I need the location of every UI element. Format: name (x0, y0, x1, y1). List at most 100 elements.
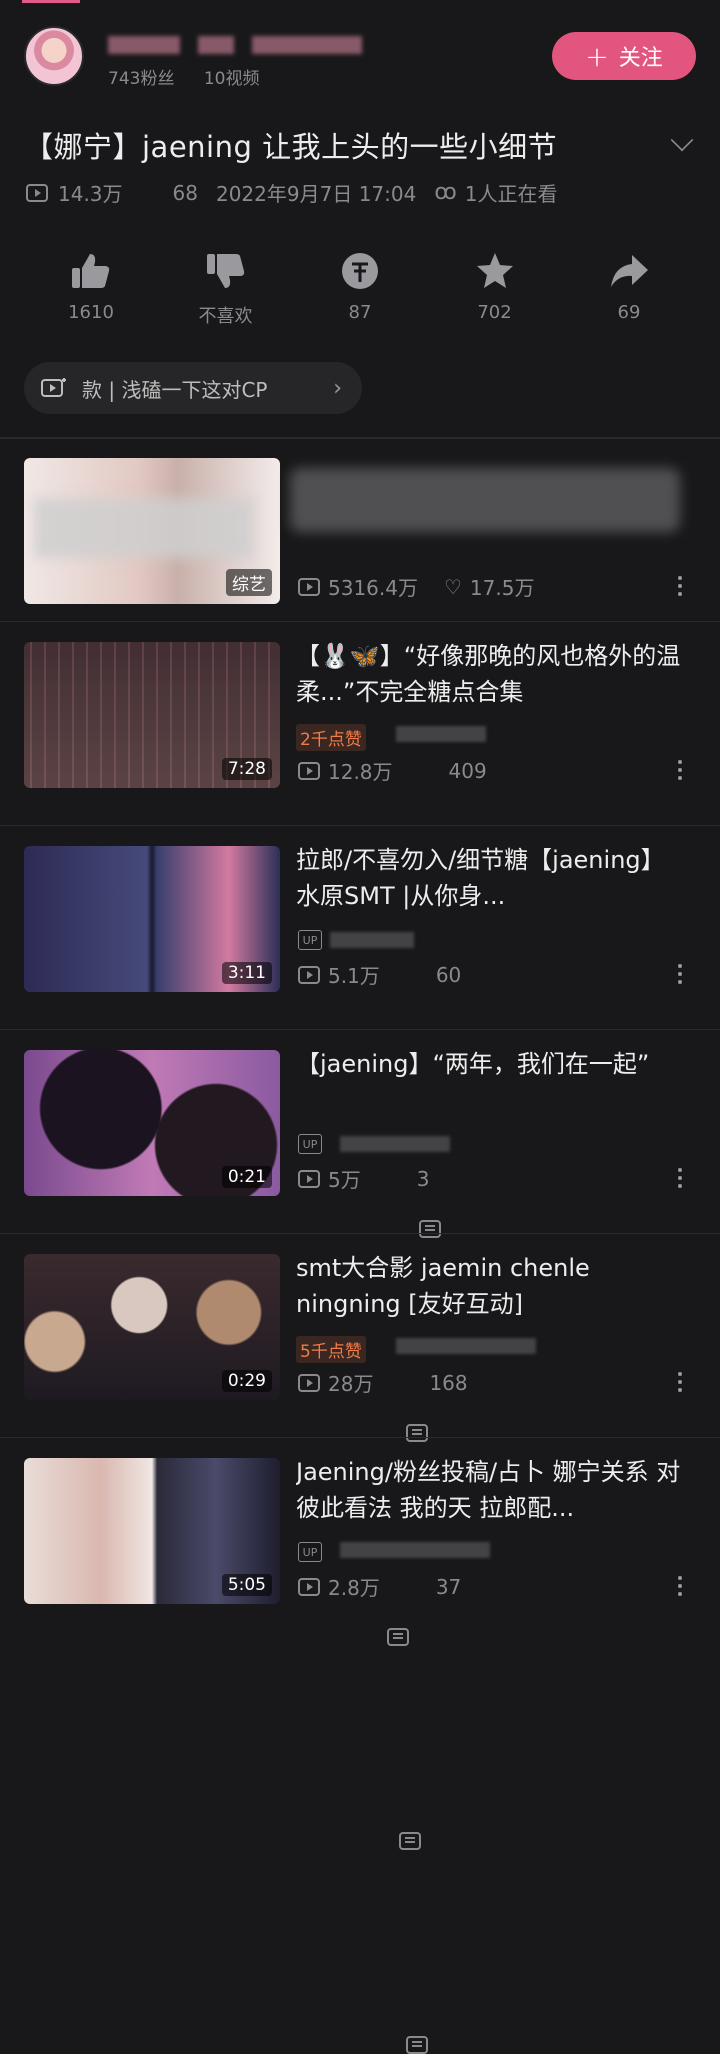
uploader-blurred (340, 1542, 490, 1558)
follower-count: 743粉丝 (108, 69, 175, 89)
action-bar: 1610 不喜欢 87 702 69 (24, 250, 696, 328)
list-item[interactable]: 0:21 【jaening】“两年，我们在一起” UP 5万 3 (0, 1050, 720, 1646)
video-thumbnail[interactable]: 3:11 (24, 846, 280, 992)
watching-count: 1人正在看 (464, 182, 558, 206)
favorite-count: 702 (477, 302, 512, 323)
uploader-stats: 743粉丝 10视频 (108, 64, 284, 89)
related-video-list: 综艺 5316.4万 ♡ 17.5万 7:28 【🐰🦋】“好像那晚的风也格外的温… (0, 458, 720, 2054)
more-options-icon[interactable] (678, 1576, 682, 1600)
up-badge: UP (298, 930, 322, 950)
danmaku-count: 409 (448, 758, 487, 783)
more-options-icon[interactable] (678, 576, 682, 600)
duration: 0:29 (221, 1370, 272, 1392)
thumbnail-label: 综艺 (226, 569, 272, 596)
more-options-icon[interactable] (678, 1168, 682, 1192)
collection-pill[interactable]: 款 | 浅磕一下这对CP › (24, 362, 362, 414)
duration: 3:11 (221, 962, 272, 984)
uploader-blurred (396, 1338, 536, 1354)
likes-badge: 5千点赞 (296, 1336, 366, 1363)
play-count-icon (298, 965, 320, 984)
play-count-icon (298, 577, 320, 596)
video-thumbnail[interactable]: 5:05 (24, 1458, 280, 1604)
duration: 7:28 (221, 758, 272, 780)
uploader-blurred (330, 932, 414, 948)
follow-button[interactable]: + 关注 (552, 32, 696, 80)
play-count: 28万 (328, 1372, 374, 1396)
uploader-blurred (340, 1136, 450, 1152)
list-item[interactable]: 综艺 5316.4万 ♡ 17.5万 (0, 458, 720, 622)
video-stats: 5316.4万 ♡ 17.5万 (298, 572, 560, 601)
video-title: 【🐰🦋】“好像那晚的风也格外的温柔...”不完全糖点合集 (296, 642, 681, 706)
view-count: 14.3万 (58, 182, 123, 206)
list-item[interactable]: 0:29 smt大合影 jaemin chenle ningning [友好互动… (0, 1254, 720, 1850)
comment-count: 68 (172, 180, 198, 205)
video-thumbnail[interactable]: 0:29 (24, 1254, 280, 1400)
like-button[interactable]: 1610 (24, 250, 158, 328)
favorite-button[interactable]: 702 (428, 250, 562, 328)
thumbnail-blur (34, 498, 254, 558)
share-count: 69 (617, 302, 641, 323)
coin-button[interactable]: 87 (293, 250, 427, 328)
up-badge: UP (298, 1542, 322, 1562)
title-blurred (290, 468, 680, 532)
up-badge: UP (298, 1134, 322, 1154)
play-count: 5.1万 (328, 964, 380, 988)
more-options-icon[interactable] (678, 1372, 682, 1396)
video-title: Jaening/粉丝投稿/占卜 娜宁关系 对彼此看法 我的天 拉郎配... (296, 1458, 681, 1522)
video-thumbnail[interactable]: 综艺 (24, 458, 280, 604)
heart-icon: ♡ (443, 574, 462, 599)
video-meta: 14.3万 68 2022年9月7日 17:04 ꝏ 1人正在看 (26, 178, 575, 660)
people-icon: ꝏ (434, 180, 457, 205)
likes-badge: 2千点赞 (296, 724, 366, 751)
play-count-icon (298, 1577, 320, 1596)
video-stats: 12.8万 409 (298, 756, 513, 1238)
dislike-button[interactable]: 不喜欢 (159, 250, 293, 328)
duration: 0:21 (221, 1166, 272, 1188)
danmaku-icon (399, 1831, 422, 1850)
thumb-up-icon (72, 254, 110, 288)
coin-count: 87 (348, 302, 372, 323)
duration: 5:05 (221, 1574, 272, 1596)
top-indicator (22, 0, 80, 3)
play-count-icon (26, 183, 48, 202)
plus-icon: + (585, 39, 609, 73)
video-thumbnail[interactable]: 0:21 (24, 1050, 280, 1196)
more-options-icon[interactable] (678, 964, 682, 988)
video-stats: 5万 3 (298, 1164, 455, 1646)
list-item[interactable]: 5:05 Jaening/粉丝投稿/占卜 娜宁关系 对彼此看法 我的天 拉郎配.… (0, 1458, 720, 2054)
uploader-avatar[interactable] (24, 26, 84, 86)
video-stats: 2.8万 37 (298, 1572, 487, 2054)
more-options-icon[interactable] (678, 760, 682, 784)
play-count: 5万 (328, 1168, 361, 1192)
video-stats: 28万 168 (298, 1368, 494, 1850)
chevron-down-icon[interactable] (670, 128, 694, 152)
dislike-label: 不喜欢 (198, 306, 253, 327)
share-button[interactable]: 69 (562, 250, 696, 328)
play-count: 12.8万 (328, 760, 393, 784)
play-count: 2.8万 (328, 1576, 380, 1600)
video-count: 10视频 (203, 69, 260, 89)
danmaku-count: 37 (435, 1574, 462, 1599)
uploader-name-blurred[interactable] (108, 36, 362, 54)
video-title: 拉郎/不喜勿入/细节糖【jaening】水原SMT |从你身... (296, 846, 665, 910)
uploader-blurred (396, 726, 486, 742)
thumb-down-icon (206, 254, 244, 288)
follow-label: 关注 (618, 46, 663, 71)
video-title: smt大合影 jaemin chenle ningning [友好互动] (296, 1254, 590, 1318)
list-item[interactable]: 3:11 拉郎/不喜勿入/细节糖【jaening】水原SMT |从你身... U… (0, 846, 720, 1442)
chevron-right-icon: › (333, 375, 342, 401)
collection-text: 款 | 浅磕一下这对CP (82, 377, 268, 402)
publish-date: 2022年9月7日 17:04 (215, 182, 417, 206)
like-count: 17.5万 (469, 576, 535, 600)
video-title: 【jaening】“两年，我们在一起” (296, 1050, 650, 1078)
video-title: 【娜宁】jaening 让我上头的一些小细节 (24, 130, 558, 164)
uploader-row: 743粉丝 10视频 + 关注 (24, 26, 696, 89)
danmaku-count: 60 (435, 962, 462, 987)
share-icon (611, 255, 648, 287)
danmaku-count: 168 (429, 1370, 468, 1395)
play-count: 5316.4万 (328, 576, 418, 600)
video-thumbnail[interactable]: 7:28 (24, 642, 280, 788)
play-count-icon (298, 1373, 320, 1392)
danmaku-count: 3 (416, 1166, 430, 1191)
list-item[interactable]: 7:28 【🐰🦋】“好像那晚的风也格外的温柔...”不完全糖点合集 2千点赞 1… (0, 642, 720, 1238)
